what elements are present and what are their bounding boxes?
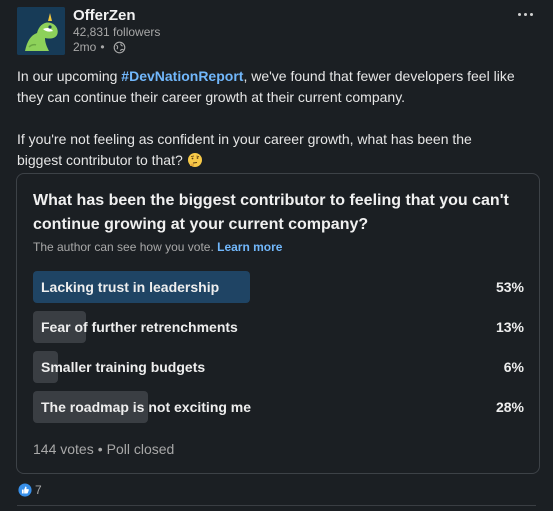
- poll-option-percent: 13%: [495, 319, 524, 335]
- feed-post: OfferZen 42,831 followers 2mo • In our u…: [0, 0, 553, 511]
- poll-option[interactable]: The roadmap is not exciting me 28%: [33, 391, 524, 423]
- poll-option-percent: 6%: [503, 359, 524, 375]
- poll-option-percent: 53%: [495, 279, 524, 295]
- poll-option-label: Lacking trust in leadership: [41, 279, 220, 295]
- globe-icon: [113, 41, 125, 53]
- footer-separator: •: [97, 441, 103, 457]
- reaction-count: 7: [35, 483, 42, 497]
- divider: [17, 505, 536, 506]
- post-body: In our upcoming #DevNationReport, we've …: [17, 66, 517, 171]
- poll-footer: 144 votes • Poll closed: [33, 441, 174, 457]
- more-dot-icon: [529, 12, 533, 16]
- learn-more-link[interactable]: Learn more: [217, 240, 282, 254]
- reaction-summary[interactable]: 7: [18, 483, 42, 497]
- vote-count[interactable]: 144 votes: [33, 441, 94, 457]
- poll-option[interactable]: Fear of further retrenchments 13%: [33, 311, 524, 343]
- meta-separator: •: [100, 40, 105, 54]
- post-text: In our upcoming: [17, 68, 122, 84]
- more-dot-icon: [523, 12, 527, 16]
- poll-privacy-note: The author can see how you vote. Learn m…: [33, 240, 282, 254]
- poll-option-label: Fear of further retrenchments: [41, 319, 238, 335]
- poll-card: What has been the biggest contributor to…: [16, 173, 540, 474]
- more-dot-icon: [517, 12, 521, 16]
- author-name[interactable]: OfferZen: [73, 7, 136, 24]
- poll-option[interactable]: Lacking trust in leadership 53%: [33, 271, 524, 303]
- post-paragraph-2: If you're not feeling as confident in yo…: [17, 129, 517, 171]
- post-age: 2mo: [73, 40, 97, 54]
- poll-option-label: The roadmap is not exciting me: [41, 399, 252, 415]
- poll-question: What has been the biggest contributor to…: [33, 192, 509, 233]
- poll-option[interactable]: Smaller training budgets 6%: [33, 351, 524, 383]
- more-options-button[interactable]: [511, 4, 539, 24]
- thinking-face-icon: [187, 153, 202, 167]
- follower-count: 42,831 followers: [73, 25, 161, 39]
- post-text: If you're not feeling as confident in yo…: [17, 131, 472, 168]
- post-meta: 2mo •: [73, 40, 126, 54]
- poll-note-text: The author can see how you vote.: [33, 240, 214, 254]
- dinosaur-logo-icon: [17, 7, 65, 55]
- post-paragraph-1: In our upcoming #DevNationReport, we've …: [17, 66, 517, 108]
- poll-status: Poll closed: [106, 441, 175, 457]
- like-icon: [18, 483, 32, 497]
- company-avatar[interactable]: [17, 7, 65, 55]
- poll-option-percent: 28%: [495, 399, 524, 415]
- hashtag-link[interactable]: #DevNationReport: [121, 68, 243, 84]
- poll-option-label: Smaller training budgets: [41, 359, 206, 375]
